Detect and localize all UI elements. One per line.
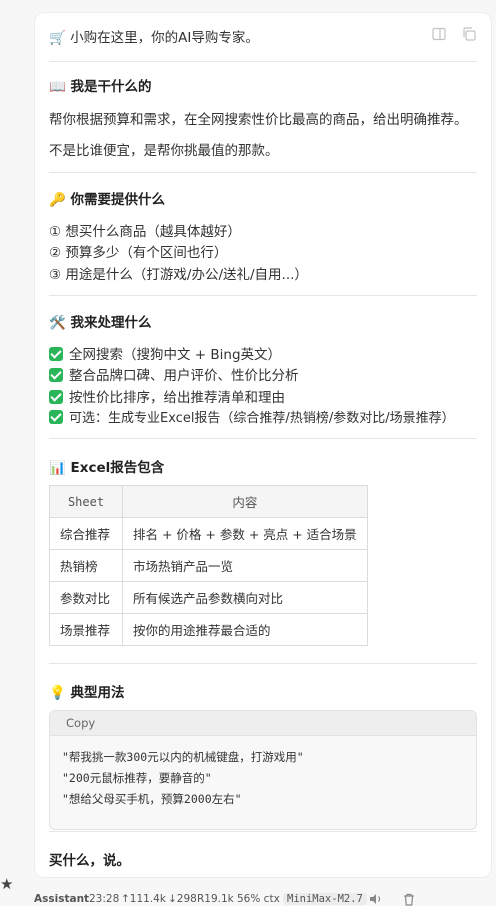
table-row: 综合推荐 排名 + 价格 + 参数 + 亮点 + 适合场景 [49, 517, 368, 550]
read-tokens: R19.1k [197, 893, 234, 905]
section-title-excel: 📊 Excel报告包含 [49, 460, 165, 476]
input-tokens: ↑111.4k [121, 893, 166, 905]
chart-icon: 📊 [49, 460, 66, 476]
code-block: Copy "帮我挑一款300元以内的机械键盘，打游戏用" "200元鼠标推荐，要… [49, 710, 477, 830]
copy-button[interactable]: Copy [50, 711, 476, 736]
table-header-row: Sheet 内容 [49, 485, 368, 518]
handle-item: 按性价比排序，给出推荐清单和理由 [49, 386, 285, 406]
need-item: ② 预算多少（有个区间也行） [49, 245, 228, 261]
section-title-handle: 🛠️ 我来处理什么 [49, 315, 152, 331]
code-line: "想给父母买手机，预算2000左右" [62, 792, 242, 806]
column-header: 内容 [122, 485, 368, 518]
trash-icon[interactable] [403, 893, 415, 906]
lightbulb-icon: 💡 [49, 685, 66, 701]
check-icon [49, 390, 63, 404]
split-view-icon[interactable] [431, 26, 447, 42]
table-cell: 排名 + 价格 + 参数 + 亮点 + 适合场景 [122, 517, 368, 550]
section-title-usage: 💡 典型用法 [49, 685, 125, 701]
about-paragraph-2: 不是比谁便宜，是帮你挑最值的那款。 [49, 143, 279, 159]
handle-item: 可选：生成专业Excel报告（综合推荐/热销榜/参数对比/场景推荐） [49, 407, 455, 426]
message-header: 🛒 小购在这里，你的AI导购专家。 [49, 24, 477, 46]
divider [49, 61, 477, 62]
context-usage: 56% ctx [237, 893, 280, 905]
table-row: 场景推荐 按你的用途推荐最合适的 [49, 613, 368, 646]
divider [49, 172, 477, 173]
need-item: ③ 用途是什么（打游戏/办公/送礼/自用...） [49, 267, 308, 283]
copy-icon[interactable] [461, 26, 477, 42]
divider [49, 831, 477, 832]
cart-icon: 🛒 [49, 30, 66, 46]
table-cell: 市场热销产品一览 [122, 549, 368, 582]
about-paragraph-1: 帮你根据预算和需求，在全网搜索性价比最高的商品，给出明确推荐。 [49, 112, 468, 128]
table-cell: 参数对比 [49, 581, 123, 614]
model-badge: MiniMax-M2.7 [283, 893, 367, 905]
table-cell: 按你的用途推荐最合适的 [122, 613, 368, 646]
check-icon [49, 410, 63, 424]
table-cell: 热销榜 [49, 549, 123, 582]
tools-icon: 🛠️ [49, 315, 66, 331]
section-title-about: 📖 我是干什么的 [49, 79, 152, 95]
timestamp: 23:28 [89, 893, 120, 905]
assistant-message-card: 🛒 小购在这里，你的AI导购专家。 📖 我是干什么的 帮你根据预算和需求，在全网… [34, 12, 492, 878]
table-row: 参数对比 所有候选产品参数横向对比 [49, 581, 368, 614]
book-icon: 📖 [49, 79, 66, 95]
handle-item: 全网搜索（搜狗中文 + Bing英文） [49, 343, 281, 363]
closing-line: 买什么，说。 [49, 853, 130, 869]
table-cell: 综合推荐 [49, 517, 123, 550]
handle-item: 整合品牌口碑、用户评价、性价比分析 [49, 364, 299, 384]
key-icon: 🔑 [49, 192, 66, 208]
table-row: 热销榜 市场热销产品一览 [49, 549, 368, 582]
divider [49, 438, 477, 439]
check-icon [49, 347, 63, 361]
output-tokens: ↓298 [168, 893, 197, 905]
code-line: "帮我挑一款300元以内的机械键盘，打游戏用" [62, 750, 304, 764]
message-footer: Assistant 23:28 ↑111.4k ↓298 R19.1k 56% … [0, 888, 496, 906]
column-header: Sheet [49, 485, 123, 518]
code-line: "200元鼠标推荐，要静音的" [62, 771, 212, 785]
check-icon [49, 368, 63, 382]
excel-sheets-table: Sheet 内容 综合推荐 排名 + 价格 + 参数 + 亮点 + 适合场景 热… [49, 485, 368, 646]
divider [49, 663, 477, 664]
table-cell: 所有候选产品参数横向对比 [122, 581, 368, 614]
table-cell: 场景推荐 [49, 613, 123, 646]
role-label: Assistant [34, 893, 90, 905]
greeting-text: 小购在这里，你的AI导购专家。 [70, 30, 259, 46]
divider [49, 295, 477, 296]
section-title-need: 🔑 你需要提供什么 [49, 192, 166, 208]
need-item: ① 想买什么商品（越具体越好） [49, 224, 241, 240]
speaker-icon[interactable] [369, 893, 383, 905]
